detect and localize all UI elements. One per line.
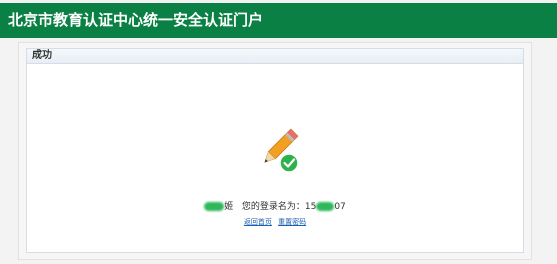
page-header: 北京市教育认证中心统一安全认证门户 xyxy=(0,3,557,38)
login-info: 姬 您的登录名为：15 07 xyxy=(27,199,523,212)
home-link[interactable]: 返回首页 xyxy=(244,218,272,226)
name-suffix: 姬 xyxy=(224,202,234,212)
login-suffix: 07 xyxy=(334,202,346,212)
action-links: 返回首页 重置密码 xyxy=(27,217,523,227)
login-prefix: 15 xyxy=(304,202,317,212)
header-title: 北京市教育认证中心统一安全认证门户 xyxy=(8,11,264,29)
redacted-name xyxy=(204,202,225,211)
login-label: 您的登录名为： xyxy=(241,202,305,212)
panel-title: 成功 xyxy=(27,49,523,64)
reset-password-link[interactable]: 重置密码 xyxy=(278,218,306,226)
redacted-login xyxy=(316,202,335,211)
success-pencil-check-icon xyxy=(251,127,301,175)
success-panel: 成功 姬 您的登录名为：15 07 返回首页 重置密码 xyxy=(26,48,524,253)
